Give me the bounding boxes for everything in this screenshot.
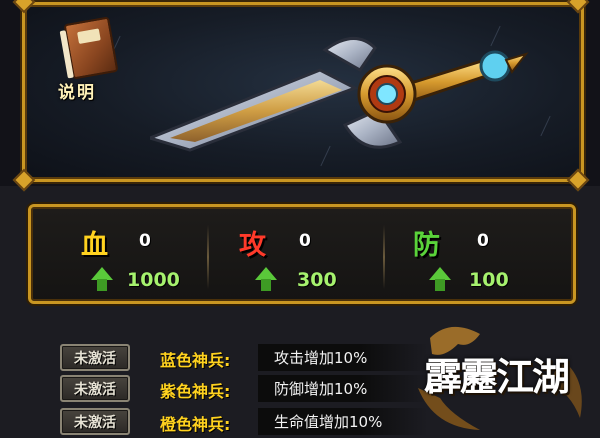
weapon-showcase: 说明 [0, 0, 600, 192]
stat-defense: 防 0 100 [411, 207, 571, 301]
stat-label: 攻 [239, 230, 266, 261]
stat-attack: 攻 0 300 [231, 207, 391, 301]
tier-name: 橙色神兵: [160, 415, 231, 434]
tier-name: 蓝色神兵: [160, 351, 231, 370]
stats-panel: 血 0 1000 攻 0 300 防 0 100 [28, 204, 576, 304]
stat-label: 防 [413, 230, 440, 261]
arrow-up-icon [255, 267, 277, 291]
rain-streak [540, 115, 551, 137]
stat-value: 0 [477, 231, 489, 251]
divider [383, 225, 385, 289]
stat-bonus: 300 [297, 269, 337, 291]
book-icon [63, 16, 119, 80]
status-badge: 未激活 [60, 375, 130, 402]
status-badge: 未激活 [60, 344, 130, 371]
divider [207, 225, 209, 289]
tier-effect: 防御增加10% [258, 375, 428, 402]
help-label: 说明 [58, 83, 96, 103]
stat-value: 0 [299, 231, 311, 251]
arrow-up-icon [91, 267, 113, 291]
tier-effect: 生命值增加10% [258, 408, 428, 435]
stat-bonus: 1000 [127, 269, 180, 291]
tier-name: 紫色神兵: [160, 382, 231, 401]
tier-effect: 攻击增加10% [258, 344, 428, 371]
help-button[interactable]: 说明 [52, 16, 122, 106]
logo-text: 霹靂江湖 [424, 354, 570, 399]
stat-label: 血 [81, 230, 108, 261]
stat-bonus: 100 [469, 269, 509, 291]
status-badge: 未激活 [60, 408, 130, 435]
game-logo: 霹靂江湖 [410, 318, 590, 438]
sword-icon [150, 37, 529, 152]
stat-value: 0 [139, 231, 151, 251]
arrow-up-icon [429, 267, 451, 291]
